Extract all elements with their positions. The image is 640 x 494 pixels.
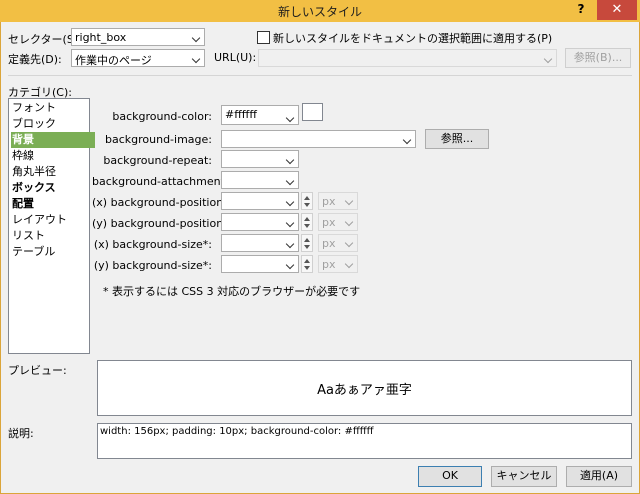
spin-down-icon[interactable] [304, 224, 310, 228]
preview-text: Aaあぁアァ亜字 [317, 383, 412, 398]
spin-up-icon[interactable] [304, 259, 310, 263]
bg-size-x-combo[interactable] [221, 234, 299, 252]
unit-value: px [322, 258, 336, 271]
spin-up-icon[interactable] [304, 196, 310, 200]
bg-image-label: background-image: [105, 133, 212, 146]
chevron-down-icon[interactable] [343, 235, 357, 251]
chevron-down-icon[interactable] [284, 109, 298, 125]
bg-color-combo[interactable]: #ffffff [221, 105, 299, 125]
apply-selection-label[interactable]: 新しいスタイルをドキュメントの選択範囲に適用する(P) [273, 30, 552, 46]
spin-down-icon[interactable] [304, 266, 310, 270]
chevron-down-icon[interactable] [401, 131, 415, 147]
color-swatch[interactable] [302, 103, 323, 121]
bg-image-combo[interactable] [221, 130, 416, 148]
bg-position-y-combo[interactable] [221, 213, 299, 231]
description-box[interactable]: width: 156px; padding: 10px; background-… [97, 423, 632, 459]
description-text: width: 156px; padding: 10px; background-… [100, 426, 374, 437]
chevron-down-icon[interactable] [284, 172, 298, 188]
bg-repeat-combo[interactable] [221, 150, 299, 168]
spin-up-icon[interactable] [304, 217, 310, 221]
bg-color-label: background-color: [112, 110, 212, 123]
chevron-down-icon[interactable] [284, 235, 298, 251]
bg-size-x-spinner[interactable] [301, 234, 313, 252]
bg-size-y-unit[interactable]: px [318, 255, 358, 273]
bg-color-value: #ffffff [225, 108, 257, 121]
chevron-down-icon[interactable] [542, 50, 556, 66]
bg-size-x-unit[interactable]: px [318, 234, 358, 252]
bg-position-y-unit[interactable]: px [318, 213, 358, 231]
bg-repeat-label: background-repeat: [103, 154, 212, 167]
unit-value: px [322, 216, 336, 229]
bg-size-y-label: (y) background-size*: [93, 259, 212, 272]
chevron-down-icon[interactable] [343, 214, 357, 230]
url-browse-button[interactable]: 参照(B)... [565, 48, 631, 68]
spin-up-icon[interactable] [304, 238, 310, 242]
definition-value: 作業中のページ [75, 54, 152, 67]
chevron-down-icon[interactable] [284, 151, 298, 167]
bg-position-y-spinner[interactable] [301, 213, 313, 231]
category-item-table[interactable]: テーブル [11, 244, 95, 260]
category-item-box[interactable]: ボックス [11, 180, 95, 196]
category-item-border[interactable]: 枠線 [11, 148, 95, 164]
chevron-down-icon[interactable] [343, 256, 357, 272]
bg-attachment-combo[interactable] [221, 171, 299, 189]
chevron-down-icon[interactable] [343, 193, 357, 209]
category-list[interactable]: フォント ブロック 背景 枠線 角丸半径 ボックス 配置 レイアウト リスト テ… [8, 98, 95, 354]
category-item-font[interactable]: フォント [11, 100, 95, 116]
bg-position-x-unit[interactable]: px [318, 192, 358, 210]
spin-down-icon[interactable] [304, 245, 310, 249]
chevron-down-icon[interactable] [284, 214, 298, 230]
definition-combo[interactable]: 作業中のページ [71, 49, 205, 67]
bg-position-x-spinner[interactable] [301, 192, 313, 210]
css3-note: * 表示するには CSS 3 対応のブラウザーが必要です [103, 285, 361, 298]
chevron-down-icon[interactable] [284, 193, 298, 209]
bg-size-y-spinner[interactable] [301, 255, 313, 273]
category-item-background[interactable]: 背景 [11, 132, 95, 148]
bg-size-x-label: (x) background-size*: [93, 238, 212, 251]
url-label: URL(U): [214, 51, 257, 64]
definition-label: 定義先(D): [8, 53, 62, 66]
bg-size-y-combo[interactable] [221, 255, 299, 273]
category-item-position[interactable]: 配置 [11, 196, 95, 212]
cancel-button[interactable]: キャンセル [491, 466, 557, 487]
unit-value: px [322, 195, 336, 208]
selector-combo[interactable]: right_box [71, 28, 205, 46]
window-title: 新しいスタイル [277, 5, 362, 19]
ok-button[interactable]: OK [418, 466, 482, 487]
unit-value: px [322, 237, 336, 250]
bg-position-y-label: (y) background-position: [92, 217, 227, 230]
preview-label: プレビュー: [8, 364, 67, 377]
category-item-border-radius[interactable]: 角丸半径 [11, 164, 95, 180]
close-button[interactable]: ✕ [597, 0, 637, 20]
help-button[interactable]: ? [572, 2, 590, 20]
category-item-block[interactable]: ブロック [11, 116, 95, 132]
category-item-layout[interactable]: レイアウト [11, 212, 95, 228]
url-combo[interactable] [258, 49, 557, 67]
bg-position-x-label: (x) background-position: [92, 196, 227, 209]
chevron-down-icon[interactable] [284, 256, 298, 272]
apply-selection-checkbox[interactable] [257, 31, 270, 44]
bg-image-browse-button[interactable]: 参照... [425, 129, 489, 149]
chevron-down-icon[interactable] [190, 29, 204, 45]
bg-position-x-combo[interactable] [221, 192, 299, 210]
chevron-down-icon[interactable] [190, 50, 204, 66]
spin-down-icon[interactable] [304, 203, 310, 207]
selector-value: right_box [75, 31, 127, 44]
bg-attachment-label: background-attachment: [92, 175, 229, 188]
separator [8, 75, 632, 76]
preview-box: Aaあぁアァ亜字 [97, 360, 632, 416]
apply-button[interactable]: 適用(A) [566, 466, 632, 487]
category-item-list[interactable]: リスト [11, 228, 95, 244]
description-label: 説明: [8, 427, 34, 440]
